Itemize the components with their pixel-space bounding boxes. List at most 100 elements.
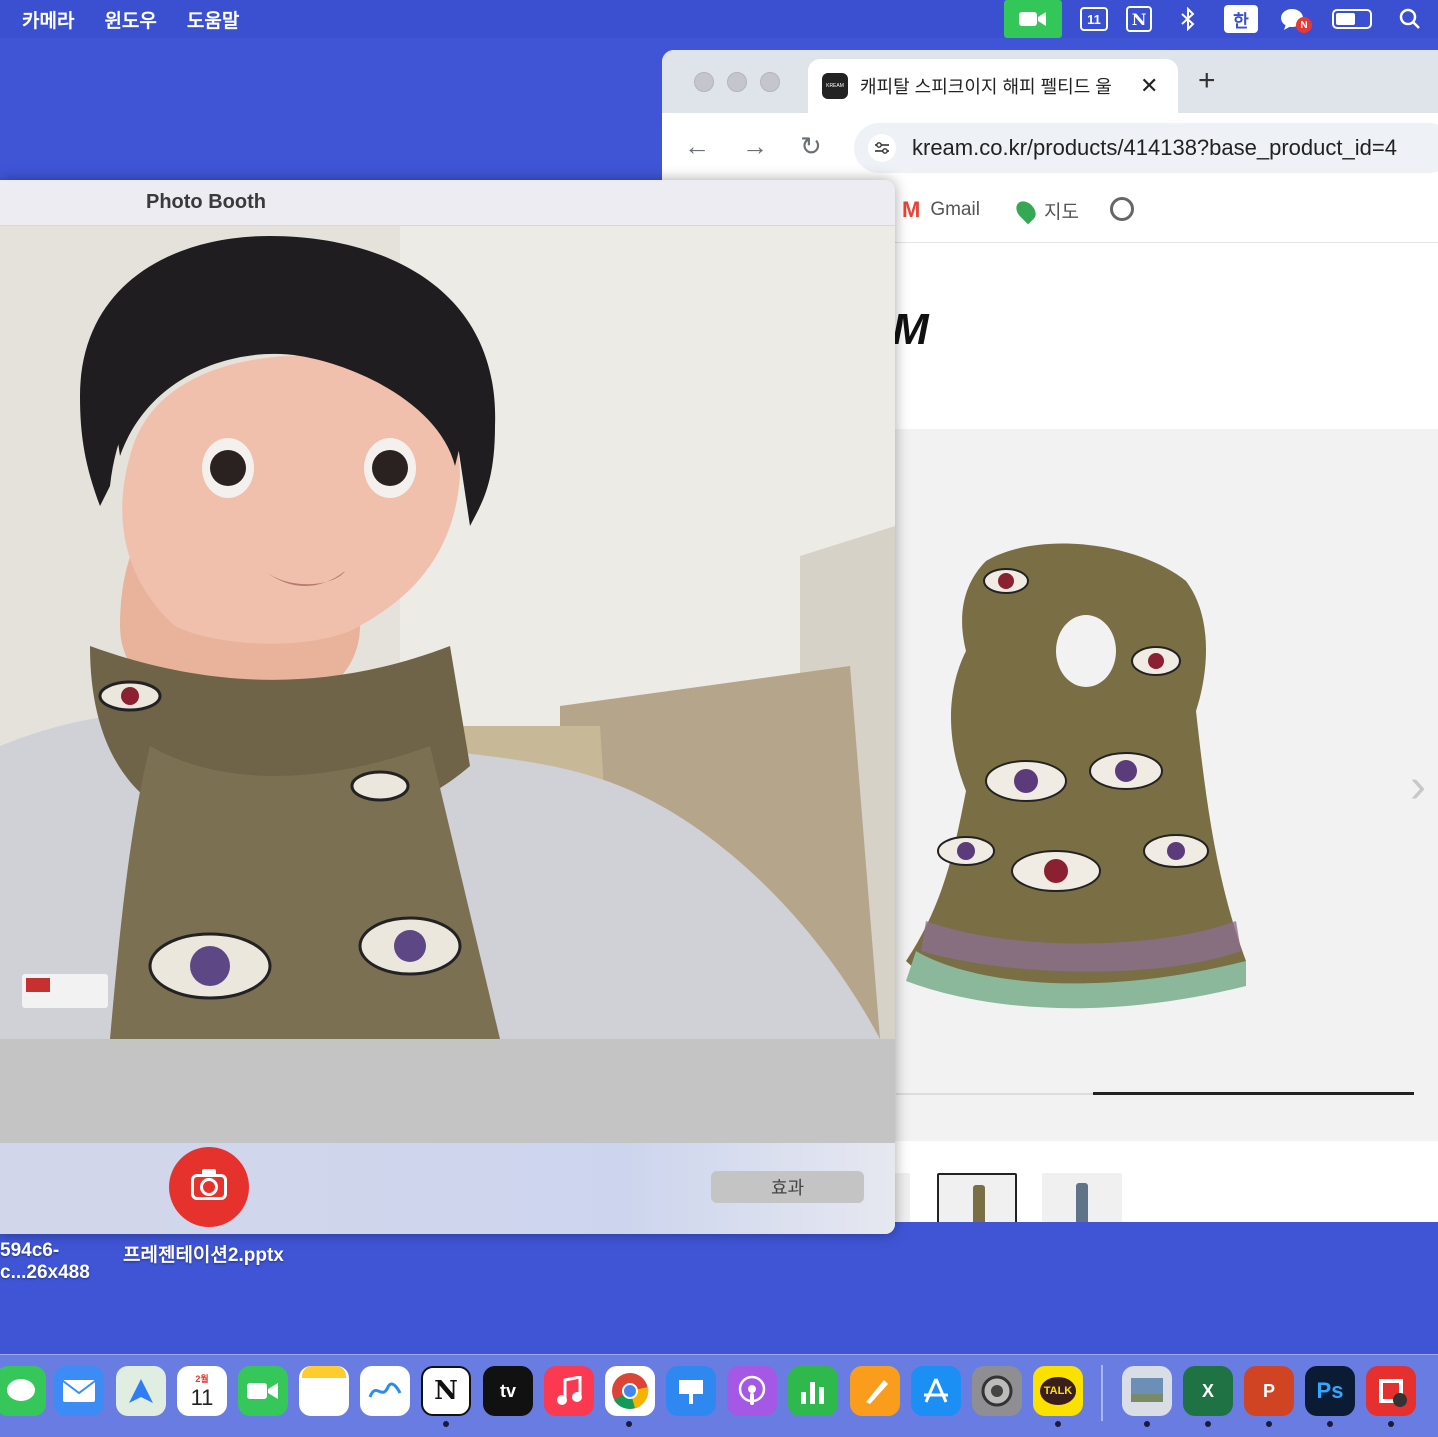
photo-booth-controls: 효과: [0, 1143, 895, 1234]
desktop-file-pptx-label: 프레젠테이션2.pptx: [123, 1245, 284, 1266]
facetime-status-icon[interactable]: [1004, 0, 1062, 38]
calendar-app-month: 2월: [195, 1373, 209, 1384]
input-source-icon[interactable]: 한: [1224, 5, 1258, 33]
excel-letter: X: [1201, 1380, 1214, 1401]
status-area: 11 N 한 N: [1004, 0, 1428, 38]
site-settings-icon[interactable]: [868, 134, 896, 162]
bookmark-gmail-label: Gmail: [930, 199, 980, 220]
kakaotalk-badge: N: [1296, 17, 1312, 33]
reload-icon[interactable]: ↻: [800, 131, 822, 162]
numbers-app-icon[interactable]: [788, 1366, 838, 1416]
mail-icon[interactable]: [54, 1366, 104, 1416]
effects-label: 효과: [770, 1178, 805, 1198]
chrome-app-icon[interactable]: [605, 1366, 655, 1416]
camera-feed-image: [0, 226, 895, 1039]
browser-toolbar: ← → ↻ kream.co.kr/products/414138?base_p…: [662, 113, 1438, 181]
bookmark-maps-label: 지도: [1044, 202, 1079, 223]
dock: 2월 11 N tv TALK X P Ps: [0, 1354, 1438, 1437]
photoshop-running-indicator: [1327, 1421, 1333, 1427]
kream-favicon-icon: KREAM: [822, 73, 848, 99]
notion-status-letter: N: [1131, 9, 1147, 29]
close-window-button[interactable]: [694, 72, 714, 92]
calendar-app-day: 11: [190, 1384, 214, 1410]
podcasts-app-icon[interactable]: [727, 1366, 777, 1416]
menu-bar: 카메라 윈도우 도움말 11 N 한 N: [0, 0, 1438, 38]
photoshop-app-icon[interactable]: Ps: [1305, 1366, 1355, 1416]
kream-logo[interactable]: M: [892, 305, 929, 355]
freeform-app-icon[interactable]: [360, 1366, 410, 1416]
powerpoint-running-indicator: [1266, 1421, 1272, 1427]
notion-app-icon[interactable]: N: [421, 1366, 471, 1416]
url-text: kream.co.kr/products/414138?base_product…: [912, 135, 1397, 160]
carousel-progress: [896, 1092, 1414, 1095]
desktop-file-image-line1: 594c6-: [0, 1240, 60, 1261]
notion-running-indicator: [443, 1421, 449, 1427]
powerpoint-app-icon[interactable]: P: [1244, 1366, 1294, 1416]
kakaotalk-app-label: TALK: [1039, 1377, 1077, 1405]
thumbnail-2[interactable]: [937, 1173, 1017, 1222]
kakaotalk-running-indicator: [1055, 1421, 1061, 1427]
facetime-app-icon[interactable]: [238, 1366, 288, 1416]
excel-running-indicator: [1205, 1421, 1211, 1427]
thumbnail-3[interactable]: [1042, 1173, 1122, 1222]
camera-icon: [191, 1169, 227, 1200]
maps-app-icon[interactable]: [116, 1366, 166, 1416]
photo-booth-window: Photo Booth 효과: [0, 180, 895, 1234]
apple-tv-app-icon[interactable]: tv: [483, 1366, 533, 1416]
carousel-next-icon[interactable]: ›: [1410, 759, 1426, 814]
kakaotalk-status-icon[interactable]: N: [1276, 5, 1312, 33]
desktop-file-image-line2: c...26x488: [0, 1262, 90, 1283]
minimize-window-button[interactable]: [727, 72, 747, 92]
system-settings-icon[interactable]: [972, 1366, 1022, 1416]
apple-tv-label: tv: [499, 1380, 516, 1401]
chrome-running-indicator: [626, 1421, 632, 1427]
powerpoint-letter: P: [1262, 1380, 1275, 1401]
bookmark-globe[interactable]: [1110, 197, 1134, 221]
excel-app-icon[interactable]: X: [1183, 1366, 1233, 1416]
spotlight-search-icon[interactable]: [1392, 5, 1428, 33]
desktop-file-pptx[interactable]: 프레젠테이션2.pptx: [123, 1240, 284, 1267]
app-menus: 카메라 윈도우 도움말: [0, 6, 239, 33]
address-bar[interactable]: kream.co.kr/products/414138?base_product…: [854, 123, 1438, 173]
keynote-app-icon[interactable]: [666, 1366, 716, 1416]
menu-camera[interactable]: 카메라: [22, 6, 74, 33]
zoom-window-button[interactable]: [760, 72, 780, 92]
preview-app-icon[interactable]: [1122, 1366, 1172, 1416]
back-arrow-icon[interactable]: ←: [684, 131, 710, 162]
input-source-label: 한: [1233, 11, 1249, 31]
battery-icon[interactable]: [1330, 5, 1374, 33]
favicon-text: KREAM: [826, 83, 844, 89]
bookmark-maps[interactable]: 지도: [1012, 197, 1079, 224]
notion-status-icon[interactable]: N: [1126, 6, 1152, 32]
dock-separator: [1101, 1365, 1103, 1421]
preview-running-indicator: [1144, 1421, 1150, 1427]
new-tab-button[interactable]: +: [1198, 64, 1216, 98]
calendar-app-icon[interactable]: 2월 11: [177, 1366, 227, 1416]
calendar-status-icon[interactable]: 11: [1080, 7, 1108, 31]
window-controls: [694, 72, 780, 92]
close-tab-icon[interactable]: ✕: [1140, 73, 1158, 99]
pages-app-icon[interactable]: [850, 1366, 900, 1416]
tab-kream-product[interactable]: KREAM 캐피탈 스피크이지 해피 펠티드 울 ✕: [808, 59, 1178, 113]
notes-app-icon[interactable]: [299, 1366, 349, 1416]
bluetooth-icon[interactable]: [1170, 5, 1206, 33]
messages-icon[interactable]: [0, 1366, 46, 1416]
desktop-file-image[interactable]: 594c6- c...26x488: [0, 1240, 90, 1284]
photo-booth-app-icon[interactable]: [1366, 1366, 1416, 1416]
kakaotalk-app-icon[interactable]: TALK: [1033, 1366, 1083, 1416]
maps-icon: [1012, 197, 1040, 224]
photoshop-letters: Ps: [1316, 1378, 1344, 1403]
gmail-icon: M: [902, 197, 921, 222]
notion-app-letter: N: [434, 1376, 458, 1406]
bookmark-gmail[interactable]: M Gmail: [902, 197, 980, 223]
app-store-icon[interactable]: [911, 1366, 961, 1416]
menu-window[interactable]: 윈도우: [104, 6, 156, 33]
effects-button[interactable]: 효과: [711, 1171, 864, 1203]
photo-booth-titlebar: Photo Booth: [0, 180, 895, 226]
menu-help[interactable]: 도움말: [187, 6, 239, 33]
take-photo-button[interactable]: [169, 1147, 249, 1227]
tab-strip: KREAM 캐피탈 스피크이지 해피 펠티드 울 ✕ +: [662, 50, 1438, 113]
globe-icon: [1110, 197, 1134, 221]
music-app-icon[interactable]: [544, 1366, 594, 1416]
forward-arrow-icon[interactable]: →: [742, 131, 768, 162]
